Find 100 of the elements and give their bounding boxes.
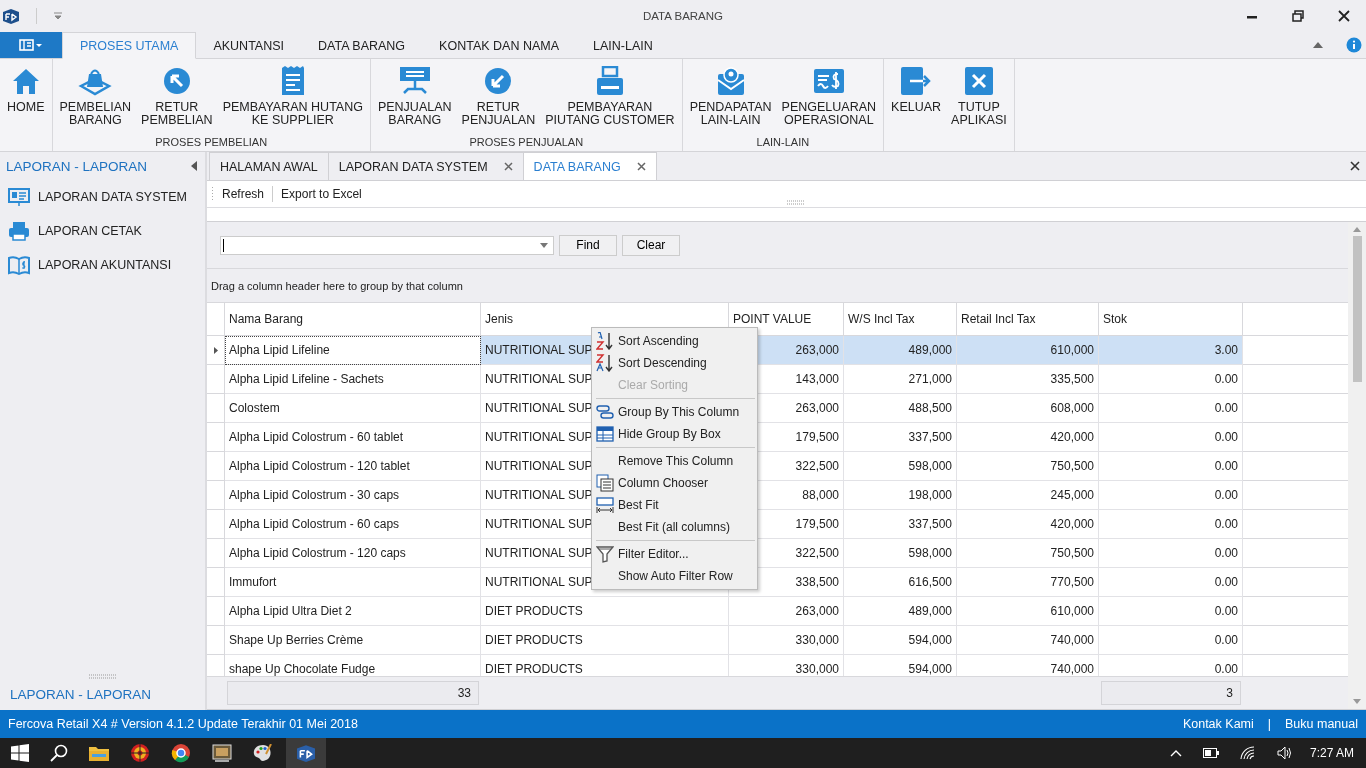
table-cell: 337,500 [844, 510, 957, 539]
info-icon[interactable] [1346, 37, 1362, 53]
table-cell: 420,000 [957, 510, 1099, 539]
ribbon-button[interactable]: PEMBAYARAN HUTANG KE SUPPLIER [217, 65, 368, 136]
search-field[interactable] [220, 235, 554, 255]
table-cell: 420,000 [957, 423, 1099, 452]
table-cell: 0.00 [1099, 452, 1243, 481]
ribbon-button[interactable]: KELUAR [886, 65, 947, 151]
envelope-user-icon [715, 66, 746, 96]
table-cell: 750,500 [957, 452, 1099, 481]
group-label: LAIN-LAIN [756, 136, 810, 150]
table-cell: 750,500 [957, 539, 1099, 568]
document-tab[interactable]: DATA BARANG [522, 152, 657, 180]
table-cell: Shape Up Berries Crème [225, 626, 481, 655]
arrow-circle-icon [484, 67, 513, 95]
sidebar-item[interactable]: LAPORAN DATA SYSTEM [0, 180, 205, 214]
grip-icon[interactable] [786, 200, 805, 205]
clear-button[interactable]: Clear [622, 234, 680, 256]
ribbon-button[interactable]: PENGELUARAN OPERASIONAL [776, 65, 882, 136]
status-link[interactable]: Buku manual [1285, 717, 1358, 731]
ribbon-tab[interactable]: AKUNTANSI [196, 32, 302, 59]
table-cell: 489,000 [844, 336, 957, 365]
application-menu-button[interactable] [0, 32, 62, 58]
sort-ascending-icon [596, 332, 614, 350]
table-cell: 337,500 [844, 423, 957, 452]
ribbon-button[interactable]: RETUR PEMBELIAN [136, 65, 218, 136]
panel-footer-title[interactable]: LAPORAN - LAPORAN [0, 687, 205, 710]
table-cell: 598,000 [844, 452, 957, 481]
ribbon-tab[interactable]: DATA BARANG [301, 32, 423, 59]
status-link[interactable]: Kontak Kami [1182, 717, 1254, 731]
sidebar-item[interactable]: LAPORAN AKUNTANSI [0, 248, 205, 282]
summary-cell: 33 [227, 681, 479, 705]
row-indicator[interactable] [207, 336, 225, 365]
ribbon-button[interactable]: PEMBELIAN BARANG [54, 65, 137, 136]
app-icon[interactable] [212, 744, 232, 762]
scroll-down-icon[interactable] [1353, 699, 1361, 704]
document-tab[interactable]: HALAMAN AWAL [209, 152, 329, 180]
focused-row-icon [213, 346, 218, 354]
status-text: Fercova Retail X4 # Version 4.1.2 Update Terakhir 01 Mei 2018 [8, 717, 358, 731]
ribbon-button[interactable]: PEMBAYARAN PIUTANG CUSTOMER [540, 65, 680, 136]
find-button[interactable]: Find [559, 234, 617, 256]
dropdown-icon[interactable] [540, 242, 548, 248]
wifi-icon[interactable] [1239, 746, 1256, 760]
target-icon[interactable] [130, 743, 150, 763]
table-cell: Alpha Lipid Lifeline [225, 336, 481, 365]
table-cell: 0.00 [1099, 365, 1243, 394]
folder-icon[interactable] [89, 745, 109, 761]
table-cell: Alpha Lipid Colostrum - 60 tablet [225, 423, 481, 452]
exit-icon [900, 66, 933, 96]
table-cell: 335,500 [957, 365, 1099, 394]
ribbon-button[interactable]: HOME [2, 65, 50, 151]
receipt-icon [279, 66, 306, 96]
ribbon-button[interactable]: TUTUP APLIKASI [946, 65, 1012, 151]
ribbon-tab[interactable]: LAIN-LAIN [576, 32, 670, 59]
ribbon-button[interactable]: RETUR PENJUALAN [456, 65, 541, 136]
collapse-icon[interactable] [191, 161, 197, 171]
restore-icon[interactable] [1292, 10, 1304, 22]
toolbar-button[interactable]: Export to Excel [277, 187, 366, 201]
book-icon [8, 255, 30, 275]
table-cell: 0.00 [1099, 568, 1243, 597]
toolbar-button[interactable]: Refresh [218, 187, 269, 201]
presentation-icon [8, 187, 30, 207]
ribbon-tab[interactable]: PROSES UTAMA [62, 32, 197, 59]
table-cell: Colostem [225, 394, 481, 423]
sidebar-item[interactable]: LAPORAN CETAK [0, 214, 205, 248]
battery-icon[interactable] [1202, 748, 1219, 758]
scroll-up-icon[interactable] [1353, 227, 1361, 232]
start-icon[interactable] [11, 744, 29, 762]
table-cell: 608,000 [957, 394, 1099, 423]
close-icon [964, 67, 993, 95]
browser-icon[interactable] [171, 743, 191, 763]
table-cell: 0.00 [1099, 626, 1243, 655]
ribbon-button[interactable]: PENJUALAN BARANG [372, 65, 457, 136]
ribbon-tab[interactable]: KONTAK DAN NAMA [422, 32, 576, 59]
group-panel-hint: Drag a column header here to group by that column [211, 279, 463, 292]
panel-title: LAPORAN - LAPORAN [6, 158, 148, 174]
table-cell: 598,000 [844, 539, 957, 568]
ribbon-button[interactable]: PENDAPATAN LAIN-LAIN [684, 65, 777, 136]
collapse-ribbon-icon[interactable] [1312, 41, 1324, 49]
table-cell: 245,000 [957, 481, 1099, 510]
palette-icon[interactable] [253, 744, 273, 762]
window-title: DATA BARANG [642, 10, 724, 22]
table-cell: 0.00 [1099, 597, 1243, 626]
grip-icon[interactable] [88, 674, 117, 679]
app-logo-icon[interactable] [2, 8, 20, 24]
clock[interactable]: 7:27 AM [1309, 746, 1354, 760]
scrollbar-thumb[interactable] [1352, 236, 1362, 382]
taskbar-app-button[interactable] [286, 738, 326, 768]
search-icon[interactable] [50, 744, 68, 762]
group-label: PROSES PENJUALAN [469, 136, 584, 150]
close-icon[interactable] [1338, 10, 1350, 22]
menu-icon [19, 39, 43, 51]
chevron-up-icon[interactable] [1169, 749, 1182, 757]
volume-icon[interactable] [1276, 746, 1293, 760]
dropdown-icon[interactable] [53, 12, 63, 20]
table-cell: DIET PRODUCTS [481, 626, 729, 655]
table-cell: 0.00 [1099, 510, 1243, 539]
table-cell: 610,000 [957, 597, 1099, 626]
table-cell: Alpha Lipid Colostrum - 30 caps [225, 481, 481, 510]
close-icon[interactable] [1350, 161, 1360, 171]
